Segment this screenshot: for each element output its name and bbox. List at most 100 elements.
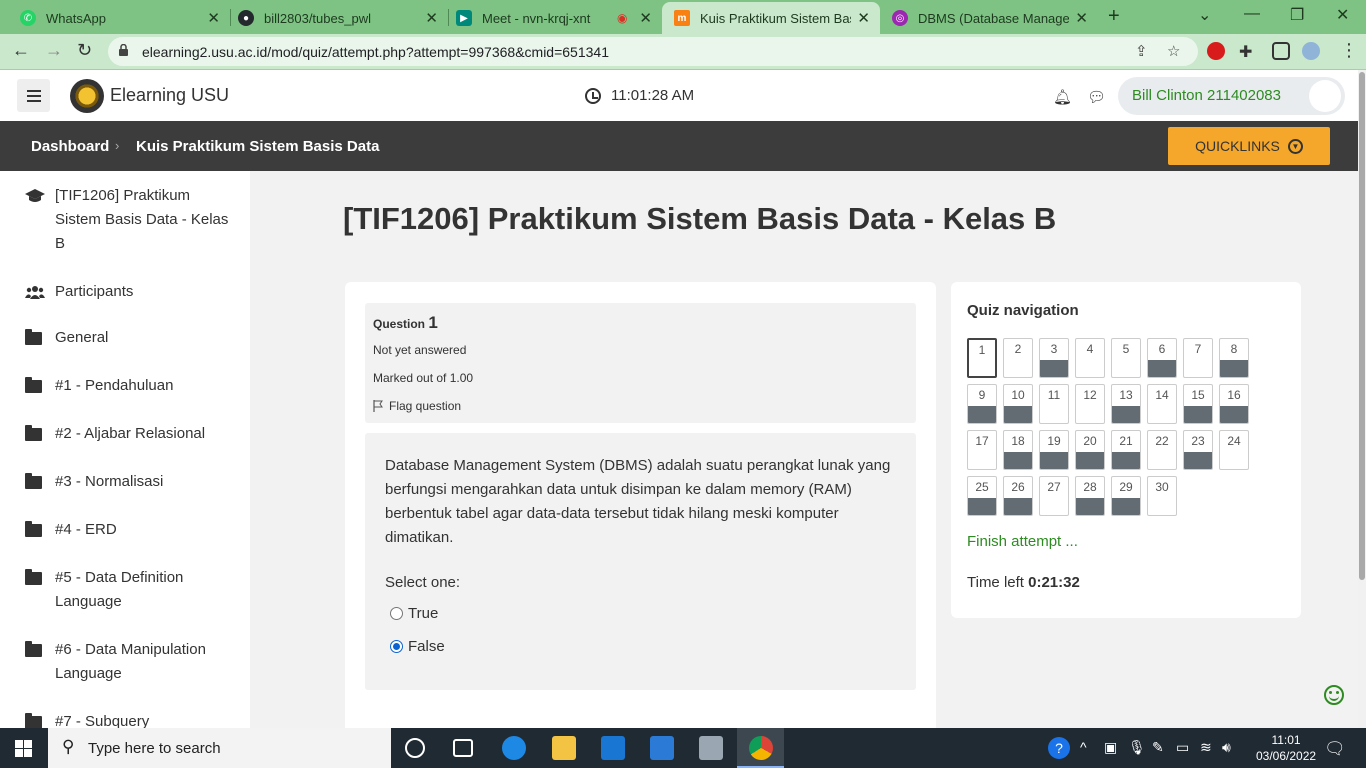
quiz-nav-button[interactable]: 24: [1219, 430, 1249, 470]
tab-whatsapp[interactable]: ✆ WhatsApp ✕: [8, 2, 230, 34]
search-placeholder[interactable]: Type here to search: [88, 740, 221, 757]
new-tab-icon[interactable]: +: [1108, 5, 1120, 28]
smiley-feedback-icon[interactable]: [1324, 685, 1344, 705]
share-icon[interactable]: ⇪: [1135, 42, 1148, 60]
tab-kuis[interactable]: m Kuis Praktikum Sistem Basis Data ✕: [662, 2, 880, 34]
hamburger-menu-button[interactable]: [17, 79, 50, 112]
menu-kebab-icon[interactable]: ⋮: [1340, 40, 1358, 61]
sidebar-item-erd[interactable]: #4 - ERD: [25, 518, 235, 542]
quiz-nav-button[interactable]: 11: [1039, 384, 1069, 424]
quicklinks-button[interactable]: QUICKLINKS ▼: [1168, 127, 1330, 165]
user-name[interactable]: Bill Clinton 211402083: [1132, 87, 1281, 104]
window-close-icon[interactable]: ✕: [1336, 5, 1349, 25]
quiz-nav-button[interactable]: 19: [1039, 430, 1069, 470]
app-icon[interactable]: [699, 736, 723, 760]
chevron-up-icon[interactable]: ^: [1080, 739, 1087, 755]
answer-option-false[interactable]: False: [390, 638, 445, 655]
sidepanel-icon[interactable]: [1272, 42, 1290, 60]
close-icon[interactable]: ✕: [639, 9, 652, 27]
volume-icon[interactable]: 🔊︎: [1222, 739, 1231, 756]
meet-now-icon[interactable]: ▣: [1104, 739, 1117, 756]
minimize-icon[interactable]: —: [1244, 5, 1260, 23]
microphone-icon[interactable]: 🎙︎: [1128, 739, 1146, 756]
sidebar-item-subquery[interactable]: #7 - Subquery: [25, 710, 235, 728]
page-scrollbar[interactable]: [1358, 70, 1366, 728]
extension-icon[interactable]: [1207, 42, 1225, 60]
tab-meet[interactable]: ▶ Meet - nvn-krqj-xnt ◉ ✕: [444, 2, 662, 34]
url-text[interactable]: elearning2.usu.ac.id/mod/quiz/attempt.ph…: [142, 44, 609, 60]
sidebar-item-ddl[interactable]: #5 - Data Definition Language: [25, 566, 235, 614]
bell-icon[interactable]: 🔔︎: [1053, 88, 1072, 106]
quiz-nav-button[interactable]: 26: [1003, 476, 1033, 516]
radio-true[interactable]: [390, 607, 403, 620]
quiz-nav-button[interactable]: 28: [1075, 476, 1105, 516]
forward-icon[interactable]: →: [45, 40, 63, 61]
quiz-nav-button[interactable]: 22: [1147, 430, 1177, 470]
finish-attempt-link[interactable]: Finish attempt ...: [967, 533, 1078, 550]
task-view-icon[interactable]: [453, 739, 473, 757]
sidebar-item-general[interactable]: General: [25, 326, 235, 350]
quiz-nav-button[interactable]: 29: [1111, 476, 1141, 516]
site-name[interactable]: Elearning USU: [110, 85, 229, 106]
quiz-nav-button[interactable]: 5: [1111, 338, 1141, 378]
close-icon[interactable]: ✕: [425, 9, 438, 27]
sidebar-item-participants[interactable]: Participants: [25, 280, 235, 304]
quiz-nav-button[interactable]: 12: [1075, 384, 1105, 424]
omnibox[interactable]: elearning2.usu.ac.id/mod/quiz/attempt.ph…: [108, 37, 1198, 66]
quiz-nav-button[interactable]: 2: [1003, 338, 1033, 378]
wifi-icon[interactable]: ≋: [1200, 739, 1212, 756]
chat-icon[interactable]: 💬︎: [1087, 88, 1106, 106]
quiz-nav-button[interactable]: 27: [1039, 476, 1069, 516]
quiz-nav-button[interactable]: 10: [1003, 384, 1033, 424]
quiz-nav-button[interactable]: 4: [1075, 338, 1105, 378]
user-menu[interactable]: Bill Clinton 211402083: [1118, 77, 1345, 115]
restore-icon[interactable]: ❐: [1290, 5, 1304, 25]
sidebar-item-dml[interactable]: #6 - Data Manipulation Language: [25, 638, 235, 686]
quiz-nav-button[interactable]: 25: [967, 476, 997, 516]
quiz-nav-button[interactable]: 9: [967, 384, 997, 424]
sidebar-item-pendahuluan[interactable]: #1 - Pendahuluan: [25, 374, 235, 398]
quiz-nav-button[interactable]: 14: [1147, 384, 1177, 424]
quiz-nav-button[interactable]: 7: [1183, 338, 1213, 378]
tab-dbms[interactable]: ◎ DBMS (Database Manageme ✕: [880, 2, 1098, 34]
taskbar-clock[interactable]: 11:01 03/06/2022: [1256, 732, 1316, 764]
notification-icon[interactable]: 🗨︎: [1324, 739, 1346, 759]
close-icon[interactable]: ✕: [1075, 9, 1088, 27]
taskbar-search[interactable]: ⚲ Type here to search: [48, 728, 391, 768]
breadcrumb-dashboard[interactable]: Dashboard: [31, 138, 109, 155]
quiz-nav-button[interactable]: 6: [1147, 338, 1177, 378]
battery-icon[interactable]: ▭: [1176, 739, 1189, 756]
sidebar-item-normalisasi[interactable]: #3 - Normalisasi: [25, 470, 235, 494]
avatar[interactable]: [1309, 80, 1341, 112]
puzzle-icon[interactable]: ✚: [1239, 42, 1257, 61]
quiz-nav-button[interactable]: 21: [1111, 430, 1141, 470]
quiz-nav-button[interactable]: 30: [1147, 476, 1177, 516]
quiz-nav-button[interactable]: 13: [1111, 384, 1141, 424]
flag-question-link[interactable]: Flag question: [373, 399, 461, 413]
sidebar-item-aljabar[interactable]: #2 - Aljabar Relasional: [25, 422, 235, 446]
store-icon[interactable]: [650, 736, 674, 760]
close-icon[interactable]: ✕: [857, 9, 870, 27]
back-icon[interactable]: ←: [12, 40, 30, 61]
cortana-icon[interactable]: [405, 738, 425, 758]
reload-icon[interactable]: ↻: [77, 40, 92, 61]
quiz-nav-button[interactable]: 20: [1075, 430, 1105, 470]
chrome-taskbar-button[interactable]: [737, 728, 784, 768]
profile-avatar[interactable]: [1302, 42, 1320, 60]
pen-icon[interactable]: ✎: [1152, 739, 1164, 756]
scrollbar-thumb[interactable]: [1359, 72, 1365, 580]
tab-github[interactable]: ● bill2803/tubes_pwl ✕: [226, 2, 448, 34]
usu-logo[interactable]: [70, 79, 104, 113]
quiz-nav-button[interactable]: 1: [967, 338, 997, 378]
quiz-nav-button[interactable]: 3: [1039, 338, 1069, 378]
quiz-nav-button[interactable]: 15: [1183, 384, 1213, 424]
help-icon[interactable]: ?: [1048, 737, 1070, 759]
edge-icon[interactable]: [502, 736, 526, 760]
quiz-nav-button[interactable]: 23: [1183, 430, 1213, 470]
quiz-nav-button[interactable]: 17: [967, 430, 997, 470]
quiz-nav-button[interactable]: 18: [1003, 430, 1033, 470]
radio-false[interactable]: [390, 640, 403, 653]
file-explorer-icon[interactable]: [552, 736, 576, 760]
breadcrumb-current[interactable]: Kuis Praktikum Sistem Basis Data: [136, 138, 379, 155]
sidebar-item-course[interactable]: [TIF1206] Praktikum Sistem Basis Data - …: [25, 184, 235, 256]
